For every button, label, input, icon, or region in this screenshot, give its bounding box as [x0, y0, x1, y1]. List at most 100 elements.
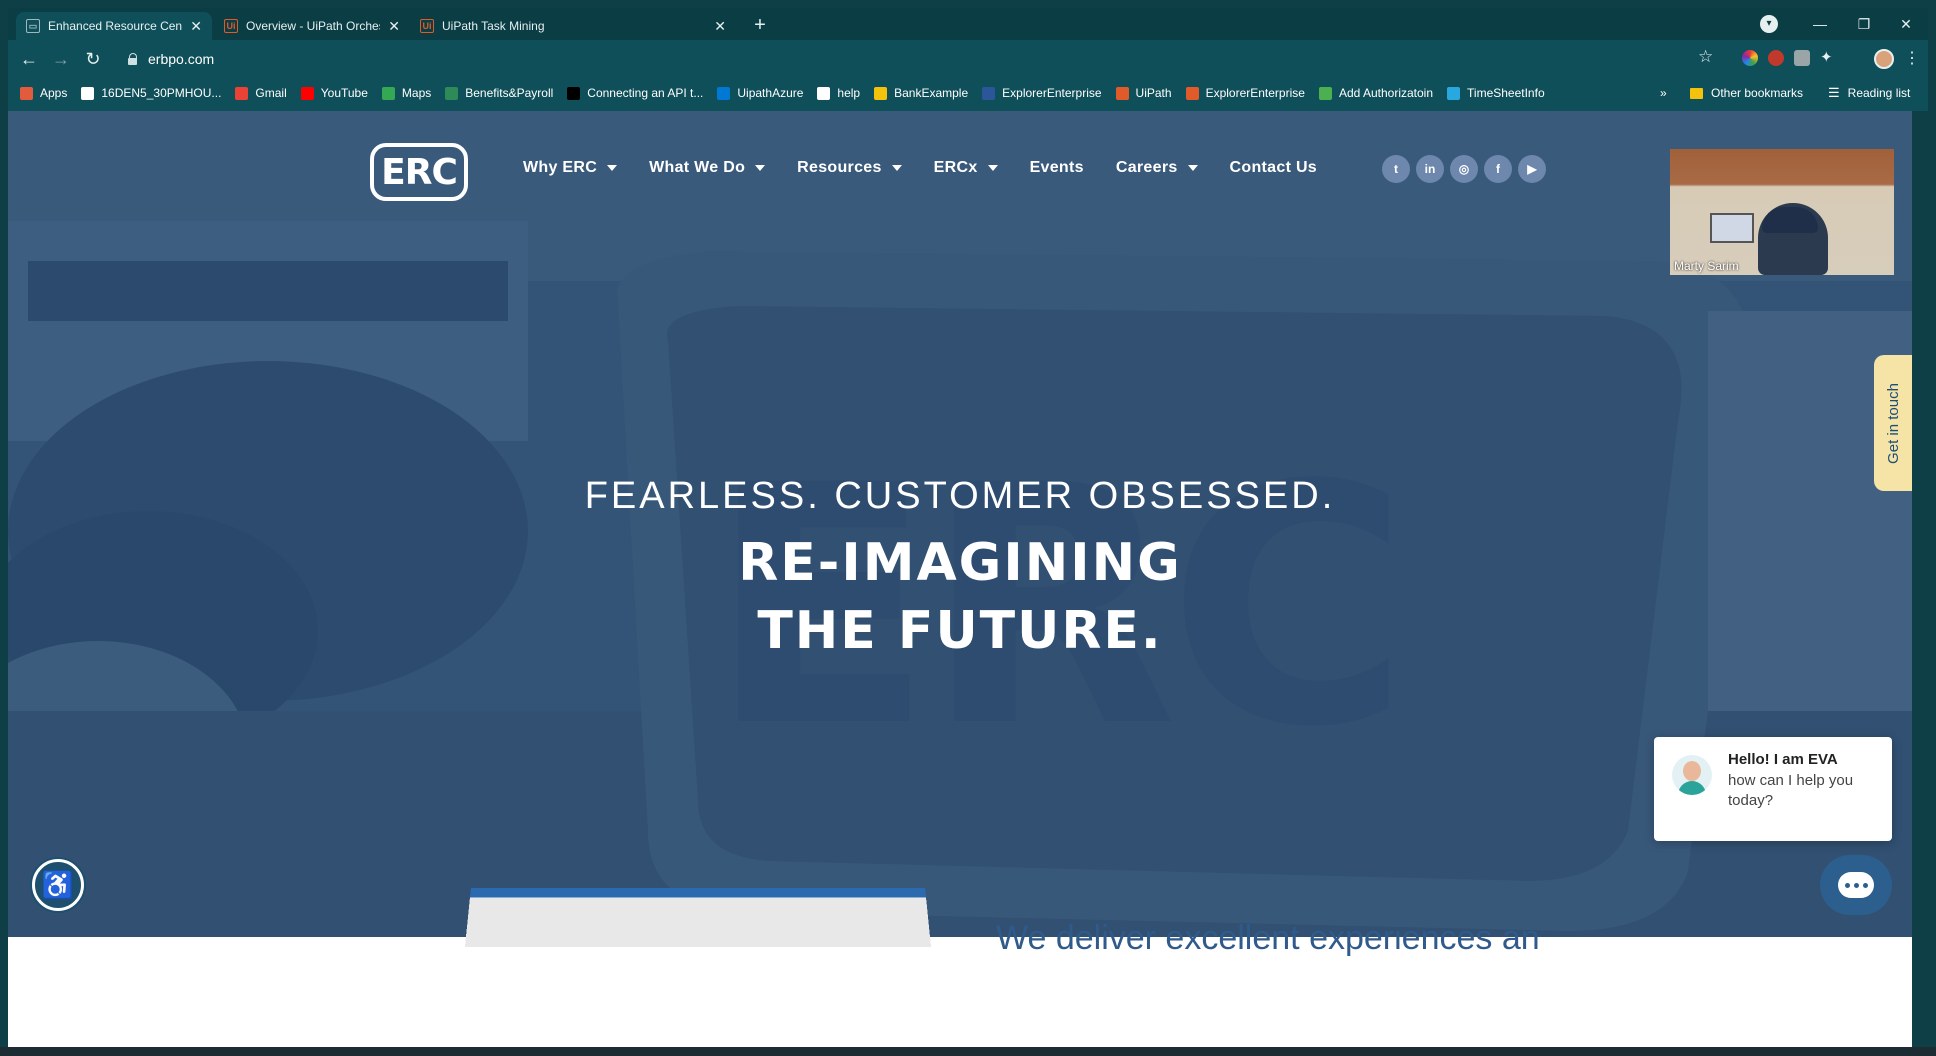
reading-list-label: Reading list [1847, 86, 1911, 100]
bookmark-label: help [837, 86, 861, 100]
url-text: erbpo.com [148, 51, 215, 67]
bookmark-item[interactable]: UiPath [1115, 86, 1172, 100]
bookmark-item[interactable]: Apps [20, 86, 67, 100]
reading-list[interactable]: ☰ Reading list [1828, 78, 1910, 108]
bookmark-label: Add Authorizatoin [1338, 86, 1434, 100]
nav-item-resources[interactable]: Resources [797, 159, 902, 177]
bookmark-item[interactable]: Connecting an API t... [567, 86, 703, 100]
extension-icon[interactable] [1768, 50, 1784, 66]
forward-arrow-icon[interactable]: → [48, 46, 74, 72]
tab-erc[interactable]: ▭ Enhanced Resource Centers - ERC ✕ [16, 12, 212, 40]
nav-item-what-we-do[interactable]: What We Do [649, 159, 766, 177]
bookmark-label: Gmail [255, 86, 287, 100]
color-picker-extension-icon[interactable] [1742, 50, 1758, 66]
bookmark-item[interactable]: Benefits&Payroll [445, 86, 553, 100]
tab-uipath-task-mining[interactable]: Ui UiPath Task Mining ✕ [410, 12, 736, 40]
caret-down-icon [607, 165, 618, 171]
folder-icon [1690, 87, 1703, 99]
close-icon[interactable]: ✕ [388, 18, 400, 35]
linkedin-icon[interactable]: in [1416, 155, 1444, 183]
tab-label: UiPath Task Mining [442, 19, 545, 33]
erc-logo[interactable]: ERC [370, 143, 468, 201]
nav-item-events[interactable]: Events [1030, 159, 1084, 177]
video-participant-name: Marty Sarim [1674, 259, 1739, 273]
minimize-button[interactable]: — [1802, 12, 1838, 36]
bookmark-favicon-icon [1318, 86, 1332, 100]
extension-icon[interactable] [1794, 50, 1810, 66]
bookmark-label: BankExample [894, 86, 969, 100]
chat-greeting-bubble[interactable]: Hello! I am EVA how can I help you today… [1654, 737, 1892, 841]
nav-item-label: Events [1029, 159, 1084, 176]
video-wall-frames [1710, 213, 1754, 243]
get-in-touch-tab[interactable]: Get in touch [1874, 355, 1912, 491]
new-tab-button[interactable]: + [748, 14, 772, 38]
profile-avatar[interactable] [1874, 49, 1894, 69]
nav-item-why-erc[interactable]: Why ERC [523, 159, 618, 177]
bookmark-label: Benefits&Payroll [465, 86, 554, 100]
bookmark-item[interactable]: TimeSheetInfo [1447, 86, 1545, 100]
address-bar[interactable]: erbpo.com [118, 45, 1718, 73]
video-call-thumbnail[interactable]: Marty Sarim [1670, 149, 1894, 275]
main-navigation: Why ERC What We Do Resources ERCx Events Care… [523, 159, 1349, 177]
bookmark-label: YouTube [320, 86, 368, 100]
puzzle-icon[interactable]: ✦ [1820, 50, 1836, 66]
menu-kebab-icon[interactable]: ⋮ [1904, 48, 1920, 68]
restore-button[interactable]: ❐ [1846, 12, 1882, 36]
uipath-icon: Ui [420, 19, 434, 33]
other-bookmarks[interactable]: Other bookmarks [1690, 78, 1803, 108]
caret-down-icon [987, 165, 998, 171]
youtube-icon[interactable]: ▶ [1518, 155, 1546, 183]
bookmark-item[interactable]: BankExample [874, 86, 968, 100]
bookmark-item[interactable]: UipathAzure [717, 86, 803, 100]
bookmarks-overflow-chevron[interactable]: » [1660, 78, 1667, 108]
bookmark-favicon-icon [445, 86, 459, 100]
bookmark-favicon-icon [1447, 86, 1461, 100]
accessibility-icon[interactable]: ♿ [32, 859, 84, 911]
apps-grid-icon [20, 86, 33, 100]
bookmark-item[interactable]: YouTube [300, 86, 368, 100]
lock-icon [128, 53, 138, 65]
bookmark-favicon-icon [381, 86, 395, 100]
bookmark-item[interactable]: help [817, 86, 860, 100]
bookmark-item[interactable]: ExplorerEnterprise [1185, 86, 1305, 100]
chat-launcher-button[interactable] [1820, 855, 1892, 915]
close-icon[interactable]: ✕ [714, 18, 726, 35]
nav-item-contact-us[interactable]: Contact Us [1230, 159, 1317, 177]
nav-item-label: Resources [797, 159, 882, 176]
bookmark-item[interactable]: Maps [381, 86, 432, 100]
close-icon[interactable]: ✕ [190, 18, 202, 35]
nav-item-label: ERCx [933, 159, 978, 176]
bookmark-label: Apps [40, 86, 68, 100]
bookmark-item[interactable]: Gmail [235, 86, 287, 100]
bookmark-item[interactable]: ExplorerEnterprise [982, 86, 1102, 100]
tab-label: Enhanced Resource Centers - ERC [48, 19, 183, 33]
other-bookmarks-label: Other bookmarks [1711, 86, 1804, 100]
bookmark-favicon-icon [567, 86, 581, 100]
bookmark-label: 16DEN5_30PMHOU... [101, 86, 222, 100]
close-window-button[interactable]: ✕ [1888, 12, 1924, 36]
bookmark-favicon-icon [81, 86, 95, 100]
web-page-icon: ▭ [26, 19, 40, 33]
get-in-touch-label: Get in touch [1884, 382, 1902, 464]
tab-strip: ▭ Enhanced Resource Centers - ERC ✕ Ui O… [8, 8, 1928, 40]
nav-item-careers[interactable]: Careers [1116, 159, 1198, 177]
facebook-icon[interactable]: f [1484, 155, 1512, 183]
nav-item-ercx[interactable]: ERCx [934, 159, 998, 177]
nav-item-label: What We Do [649, 159, 746, 176]
bookmark-item[interactable]: 16DEN5_30PMHOU... [81, 86, 221, 100]
instagram-icon[interactable]: ◎ [1450, 155, 1478, 183]
bookmark-favicon-icon [982, 86, 996, 100]
tab-uipath-orchestrator[interactable]: Ui Overview - UiPath Orchestrator ✕ [214, 12, 410, 40]
back-arrow-icon[interactable]: ← [16, 46, 42, 72]
bookmark-label: ExplorerEnterprise [1205, 86, 1305, 100]
twitter-icon[interactable]: t [1382, 155, 1410, 183]
tab-search-icon[interactable]: ▾ [1760, 15, 1778, 33]
nav-item-label: Why ERC [523, 159, 598, 176]
bookmark-favicon-icon [717, 86, 731, 100]
bookmark-label: Maps [401, 86, 432, 100]
bookmark-star-icon[interactable]: ☆ [1698, 47, 1713, 67]
reload-icon[interactable]: ↻ [80, 46, 106, 72]
chat-bubble-icon [1838, 872, 1874, 898]
bookmark-item[interactable]: Add Authorizatoin [1318, 86, 1434, 100]
hero-overlay [8, 111, 1912, 937]
